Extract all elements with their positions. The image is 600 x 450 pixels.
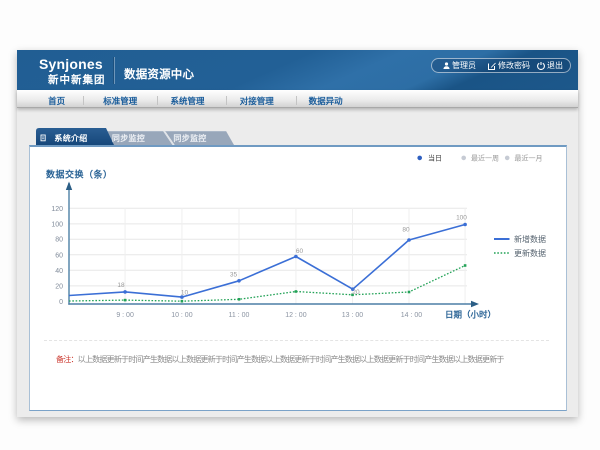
- svg-text:13 : 00: 13 : 00: [342, 312, 364, 319]
- svg-text:20: 20: [55, 283, 63, 290]
- svg-text:数据交换（条）: 数据交换（条）: [46, 169, 113, 180]
- svg-text:日期（小时）: 日期（小时）: [445, 310, 496, 320]
- svg-text:0: 0: [59, 299, 63, 306]
- svg-text:新增数据: 新增数据: [514, 234, 546, 244]
- svg-text:同步监控: 同步监控: [112, 133, 145, 143]
- svg-text:80: 80: [55, 237, 63, 244]
- svg-text:当日: 当日: [428, 153, 442, 162]
- svg-text:更新数据: 更新数据: [514, 248, 546, 258]
- svg-text:120: 120: [51, 206, 63, 213]
- svg-text:100: 100: [51, 221, 63, 228]
- svg-text:80: 80: [402, 227, 410, 234]
- svg-text:同步监控: 同步监控: [173, 133, 206, 143]
- svg-text:最近一月: 最近一月: [515, 153, 543, 162]
- svg-text:最近一周: 最近一周: [471, 153, 499, 162]
- svg-text:11 : 00: 11 : 00: [229, 312, 250, 319]
- svg-text:系统介绍: 系统介绍: [54, 133, 87, 143]
- svg-text:35: 35: [230, 272, 238, 279]
- svg-text:100: 100: [456, 215, 467, 222]
- svg-text:10 : 00: 10 : 00: [171, 312, 193, 319]
- svg-text:12 : 00: 12 : 00: [285, 312, 307, 319]
- svg-text:60: 60: [296, 248, 304, 255]
- svg-text:14 : 00: 14 : 00: [401, 312, 423, 319]
- svg-text:40: 40: [55, 268, 63, 275]
- svg-text:18: 18: [117, 282, 125, 289]
- svg-text:10: 10: [181, 290, 189, 297]
- svg-text:20: 20: [352, 289, 360, 296]
- svg-text:9 : 00: 9 : 00: [116, 312, 134, 319]
- svg-text:60: 60: [55, 252, 63, 259]
